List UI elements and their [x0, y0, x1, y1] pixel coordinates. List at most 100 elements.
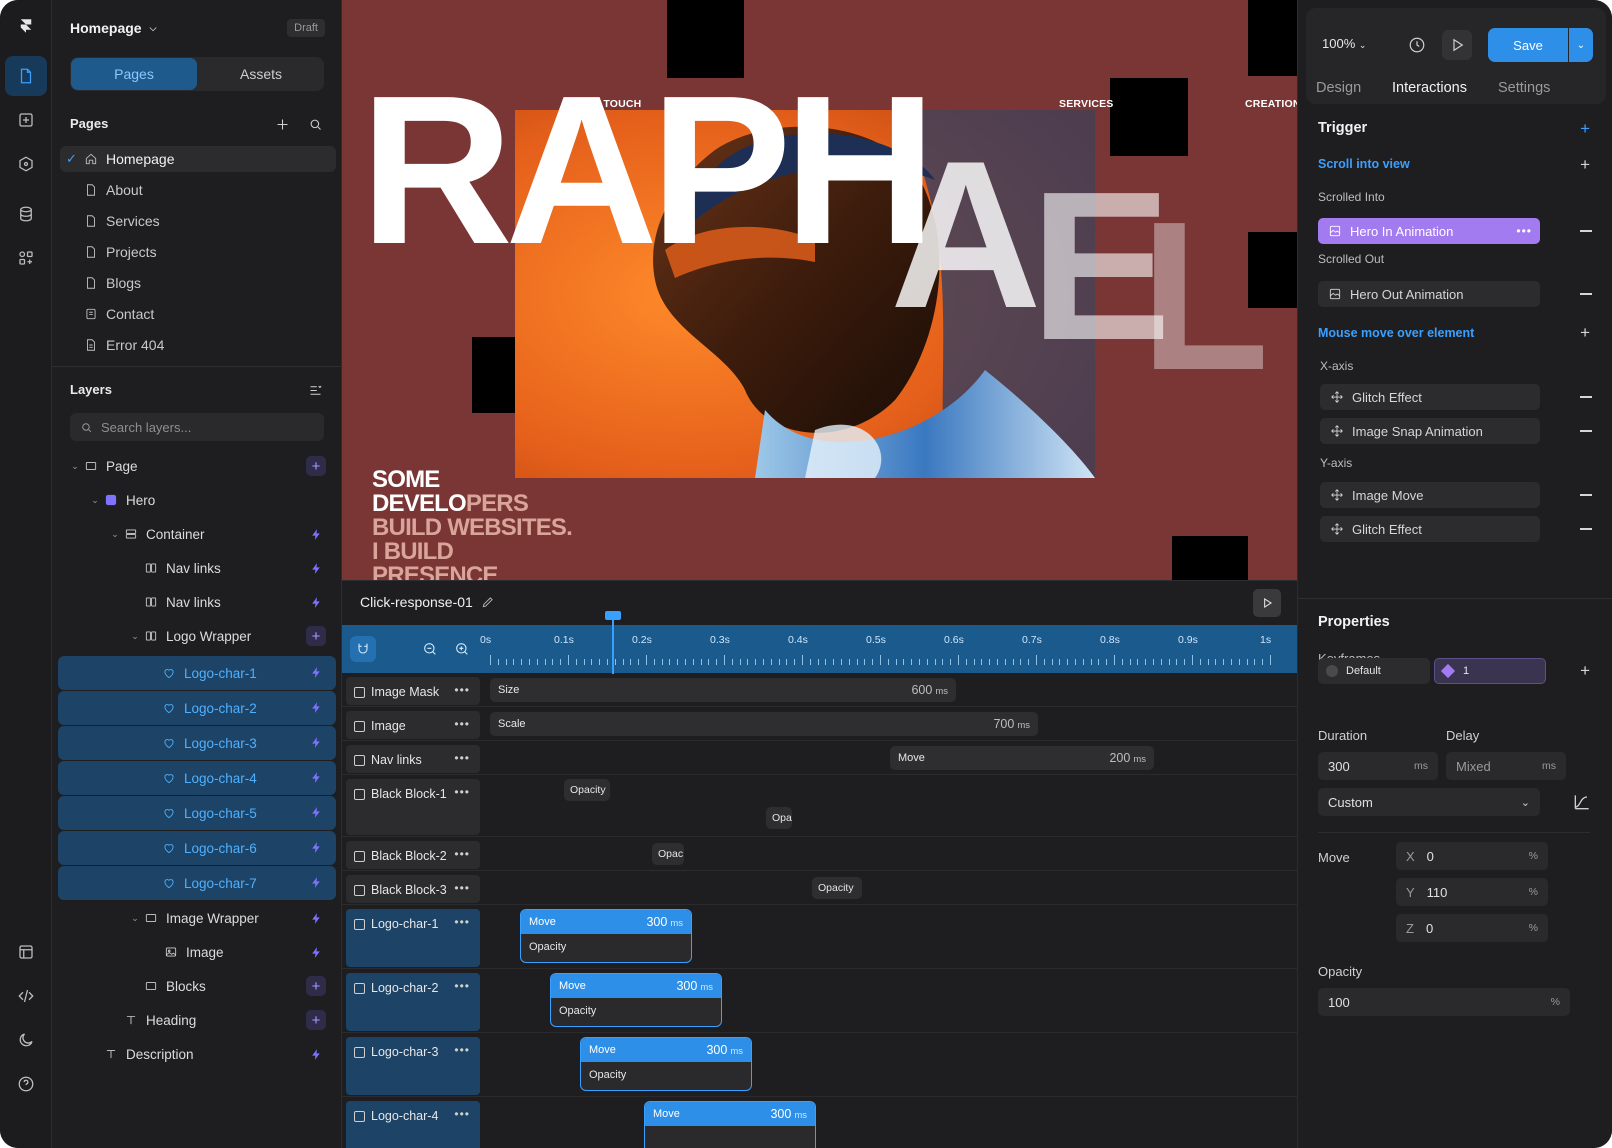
keyframe-default[interactable]: Default [1318, 658, 1430, 684]
track-label[interactable]: Image ••• [346, 711, 480, 739]
components-icon[interactable] [5, 144, 47, 184]
black-block[interactable] [472, 337, 515, 413]
save-options-button[interactable]: ⌄ [1569, 28, 1593, 62]
animation-pill[interactable]: Opacity [564, 779, 610, 801]
animation-bar[interactable]: Move 200 ms [890, 746, 1154, 770]
animation-clip[interactable]: Move 300 ms Opacity [580, 1037, 752, 1091]
project-title[interactable]: Homepage ⌵ [70, 18, 156, 38]
animation-hero-in[interactable]: Hero In Animation ••• [1318, 218, 1540, 244]
black-block[interactable] [1248, 0, 1297, 76]
animation-image-snap[interactable]: Image Snap Animation [1320, 418, 1540, 444]
interaction-bolt-icon[interactable] [306, 524, 326, 544]
tab-settings[interactable]: Settings [1498, 80, 1550, 96]
clip-opacity-track[interactable]: Opacity [551, 998, 721, 1024]
zoom-in-button[interactable] [449, 636, 475, 662]
track-label[interactable]: Black Block-1 ••• [346, 779, 480, 835]
design-canvas[interactable]: GET IN TOUCH SERVICES CREATIONS [342, 0, 1297, 580]
search-icon[interactable] [308, 117, 323, 132]
animation-clip[interactable]: Move 300 ms Opacity [520, 909, 692, 963]
clip-opacity-track[interactable]: Opacity [521, 934, 691, 960]
track-checkbox[interactable] [354, 983, 365, 994]
layer-logo-char-1[interactable]: Logo-char-1 [58, 656, 336, 690]
chevron-down-icon[interactable]: ⌄ [110, 529, 120, 540]
interaction-bolt-icon[interactable] [306, 592, 326, 612]
add-child-button[interactable]: + [306, 1010, 326, 1030]
track-checkbox[interactable] [354, 1047, 365, 1058]
animation-clip[interactable]: Move 300 ms [644, 1101, 816, 1148]
animation-glitch-effect-y[interactable]: Glitch Effect [1320, 516, 1540, 542]
remove-animation-button[interactable] [1580, 430, 1592, 432]
tab-design[interactable]: Design [1316, 80, 1361, 96]
interaction-bolt-icon[interactable] [306, 908, 326, 928]
help-icon[interactable] [5, 1064, 47, 1104]
chevron-down-icon[interactable]: ⌄ [130, 631, 140, 642]
duration-input[interactable]: 300 ms [1318, 752, 1438, 780]
nav-link-services[interactable]: SERVICES [1059, 98, 1114, 110]
more-icon[interactable]: ••• [454, 847, 470, 861]
save-button[interactable]: Save [1488, 28, 1568, 62]
remove-animation-button[interactable] [1580, 494, 1592, 496]
add-element-icon[interactable] [5, 100, 47, 140]
table-icon[interactable] [5, 932, 47, 972]
track-checkbox[interactable] [354, 1111, 365, 1122]
page-item-about[interactable]: About [60, 177, 336, 203]
layer-logo-char-2[interactable]: Logo-char-2 [58, 691, 336, 725]
layer-blocks[interactable]: Blocks + [58, 970, 336, 1002]
timeline-name[interactable]: Click-response-01 [360, 594, 495, 610]
remove-animation-button[interactable] [1580, 396, 1592, 398]
layer-image[interactable]: Image [58, 936, 336, 968]
animation-bar[interactable]: Size 600 ms [490, 678, 956, 702]
clip-move-track[interactable]: Move 300 ms [581, 1038, 751, 1062]
more-icon[interactable]: ••• [1516, 224, 1532, 238]
page-item-error-404[interactable]: Error 404 [60, 332, 336, 358]
animation-bar[interactable]: Scale 700 ms [490, 712, 1038, 736]
keyframe-1[interactable]: 1 [1434, 658, 1546, 684]
track-checkbox[interactable] [354, 755, 365, 766]
animation-pill[interactable]: Opac [652, 843, 684, 865]
remove-animation-button[interactable] [1580, 528, 1592, 530]
zoom-out-button[interactable] [417, 636, 443, 662]
track-checkbox[interactable] [354, 721, 365, 732]
play-button[interactable] [1253, 589, 1281, 617]
hero-wordmark[interactable]: RAPH [360, 64, 937, 276]
layer-logo-char-4[interactable]: Logo-char-4 [58, 761, 336, 795]
move-y-input[interactable]: Y 110% [1396, 878, 1548, 906]
logo-icon[interactable] [5, 6, 47, 46]
layer-heading[interactable]: Heading + [58, 1004, 336, 1036]
chevron-down-icon[interactable]: ⌄ [130, 913, 140, 924]
track-checkbox[interactable] [354, 789, 365, 800]
more-icon[interactable]: ••• [454, 915, 470, 929]
animation-pill[interactable]: Opa [766, 807, 792, 829]
more-icon[interactable]: ••• [454, 751, 470, 765]
chevron-down-icon[interactable]: ⌄ [70, 461, 80, 472]
clip-move-track[interactable]: Move 300 ms [551, 974, 721, 998]
more-icon[interactable]: ••• [454, 785, 470, 799]
code-icon[interactable] [5, 976, 47, 1016]
move-x-input[interactable]: X 0% [1396, 842, 1548, 870]
page-item-services[interactable]: Services [60, 208, 336, 234]
track-label[interactable]: Logo-char-3 ••• [346, 1037, 480, 1095]
track-checkbox[interactable] [354, 851, 365, 862]
layer-nav-links[interactable]: Nav links [58, 586, 336, 618]
pages-icon[interactable] [5, 56, 47, 96]
trigger-mouse-move[interactable]: Mouse move over element [1318, 326, 1474, 340]
moon-icon[interactable] [5, 1020, 47, 1060]
track-label[interactable]: Nav links ••• [346, 745, 480, 773]
tab-interactions[interactable]: Interactions [1392, 80, 1467, 96]
interaction-bolt-icon[interactable] [306, 732, 326, 752]
animation-image-move[interactable]: Image Move [1320, 482, 1540, 508]
move-z-input[interactable]: Z 0% [1396, 914, 1548, 942]
track-label[interactable]: Black Block-3 ••• [346, 875, 480, 903]
page-item-homepage[interactable]: ✓ Homepage [60, 146, 336, 172]
opacity-input[interactable]: 100% [1318, 988, 1570, 1016]
track-label[interactable]: Logo-char-2 ••• [346, 973, 480, 1031]
more-icon[interactable]: ••• [454, 881, 470, 895]
track-label[interactable]: Logo-char-4 ••• [346, 1101, 480, 1148]
layer-image-wrapper[interactable]: ⌄ Image Wrapper [58, 902, 336, 934]
layer-logo-char-3[interactable]: Logo-char-3 [58, 726, 336, 760]
add-scroll-action-button[interactable]: + [1580, 156, 1590, 173]
interaction-bolt-icon[interactable] [306, 1044, 326, 1064]
add-child-button[interactable]: + [306, 626, 326, 646]
layer-container[interactable]: ⌄ Container [58, 518, 336, 550]
add-child-button[interactable]: + [306, 456, 326, 476]
